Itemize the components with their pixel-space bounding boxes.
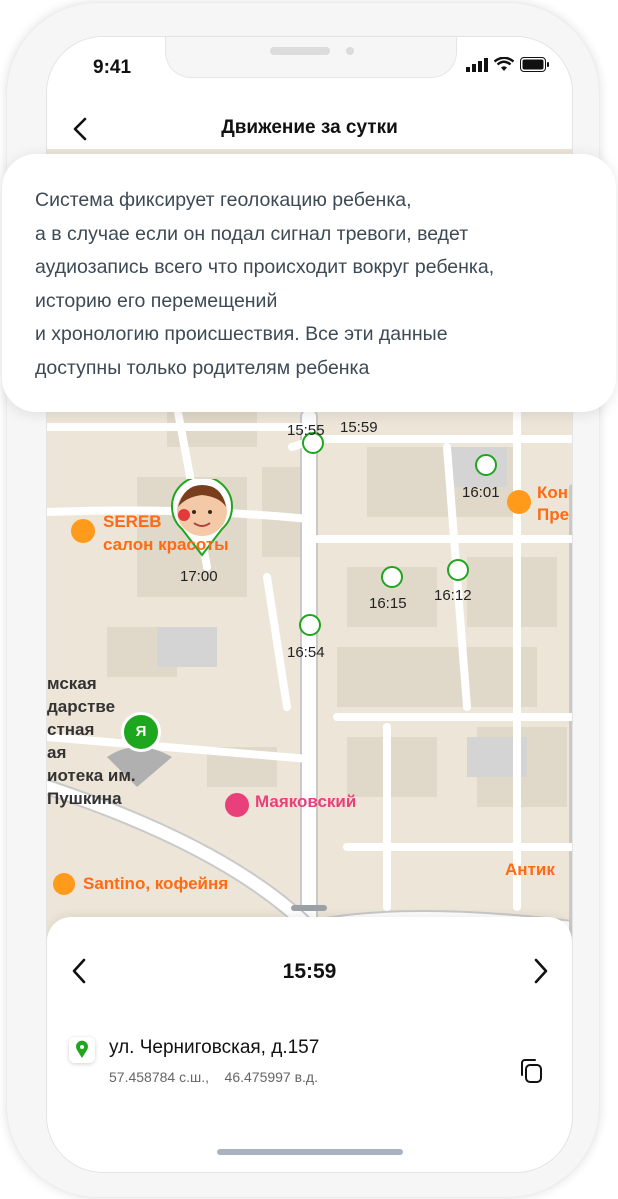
longitude: 46.475997 в.д.	[224, 1069, 318, 1085]
poi-label[interactable]: Пре	[537, 505, 569, 525]
page-title: Движение за сутки	[221, 117, 398, 138]
track-point-icon[interactable]	[447, 559, 469, 581]
status-icons	[466, 57, 550, 72]
signal-icon	[466, 57, 488, 72]
poi-label[interactable]: Маяковский	[255, 792, 356, 812]
library-label: иотека им.	[47, 766, 136, 785]
wifi-icon	[494, 57, 514, 71]
timestamp-label: 16:12	[434, 587, 472, 604]
library-label: дарстве	[47, 697, 116, 716]
notch	[165, 37, 457, 78]
info-callout: Система фиксирует геолокацию ребенка, а …	[2, 154, 616, 412]
drag-handle[interactable]	[291, 905, 327, 911]
poi-label[interactable]: Кон	[537, 483, 568, 503]
cafe-icon	[507, 490, 531, 514]
selected-time: 15:59	[282, 960, 337, 983]
timestamp-label: 16:15	[369, 595, 407, 612]
address-text: ул. Черниговская, д.157	[109, 1037, 320, 1058]
track-point-icon[interactable]	[299, 614, 321, 636]
status-time: 9:41	[93, 57, 132, 78]
speaker	[270, 47, 330, 55]
info-line: историю его перемещений	[35, 289, 278, 312]
cinema-icon	[225, 793, 249, 817]
bottom-sheet: 15:59 ул. Черниговская, д.157 57.458784 …	[47, 905, 572, 1172]
info-line: аудиозапись всего что происходит вокруг …	[35, 256, 495, 278]
self-location-icon[interactable]: Я	[121, 712, 161, 752]
timestamp-label: 17:00	[180, 568, 218, 585]
poi-label[interactable]: Santino, кофейня	[83, 874, 228, 894]
info-line: доступны только родителям ребенка	[35, 356, 370, 379]
poi-label[interactable]: Антик	[505, 860, 555, 880]
timestamp-label: 15:55	[287, 422, 325, 439]
info-line: и хронологию происшествия. Все эти данны…	[35, 323, 448, 345]
location-pin-icon	[69, 1037, 95, 1063]
timestamp-label: 16:01	[462, 484, 500, 501]
fork-icon	[71, 519, 95, 543]
coordinates-text: 57.458784 с.ш., 46.475997 в.д.	[109, 1069, 318, 1085]
info-line: а в случае если он подал сигнал тревоги,…	[35, 222, 469, 245]
poi-label[interactable]: SEREB	[103, 512, 162, 532]
track-point-icon[interactable]	[381, 566, 403, 588]
timestamp-label: 16:54	[287, 644, 325, 661]
library-label: мская	[47, 674, 97, 693]
home-indicator	[217, 1149, 403, 1155]
next-point-chevron-icon[interactable]	[531, 957, 551, 985]
track-point-icon[interactable]	[475, 454, 497, 476]
fork-icon	[53, 873, 75, 895]
library-label: стная	[47, 720, 95, 739]
info-line: Система фиксирует геолокацию ребенка,	[35, 189, 412, 211]
poi-label[interactable]: салон красоты	[103, 535, 229, 555]
copy-icon[interactable]	[518, 1057, 544, 1085]
library-label: Пушкина	[47, 789, 122, 808]
latitude: 57.458784 с.ш.,	[109, 1069, 209, 1085]
info-text: Система фиксирует геолокацию ребенка, а …	[35, 184, 595, 385]
battery-icon	[520, 57, 549, 72]
camera	[346, 47, 354, 55]
library-label: ая	[47, 743, 67, 762]
timestamp-label: 15:59	[340, 419, 378, 436]
